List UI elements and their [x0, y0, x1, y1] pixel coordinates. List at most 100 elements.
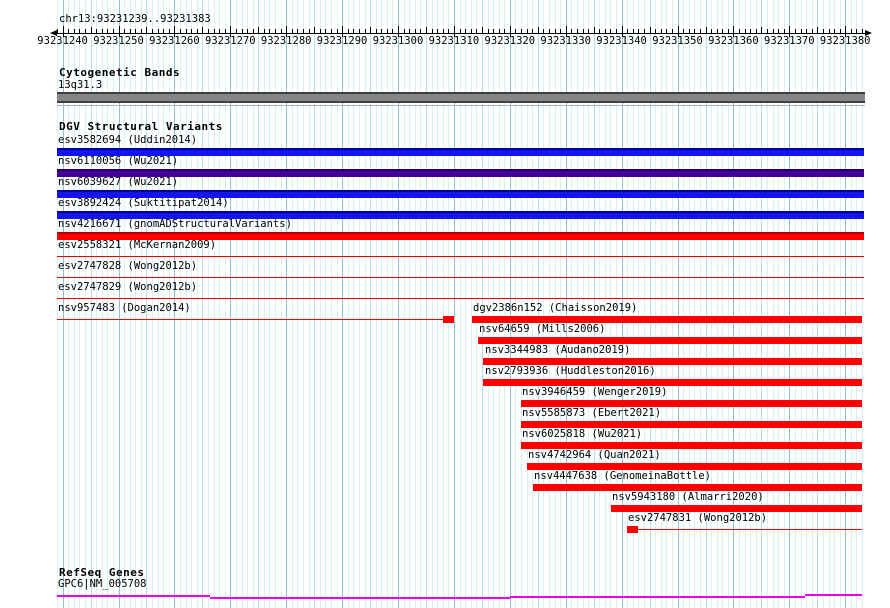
- variant-line[interactable]: [638, 529, 862, 530]
- variant-label[interactable]: dgv2386n152 (Chaisson2019): [473, 302, 637, 314]
- gene-line-segment[interactable]: [805, 594, 862, 596]
- variant-label[interactable]: nsv3946459 (Wenger2019): [522, 386, 667, 398]
- ruler-tick: [224, 29, 226, 33]
- ruler-tick: [392, 29, 394, 33]
- ruler-tick: [862, 29, 863, 33]
- variant-label[interactable]: nsv957483 (Dogan2014): [58, 302, 191, 314]
- gene-line-segment[interactable]: [210, 597, 510, 599]
- ruler-tick: [180, 29, 181, 33]
- variant-bar[interactable]: [483, 358, 862, 365]
- ruler-tick: [504, 29, 506, 33]
- ruler-tick: [694, 29, 696, 33]
- variant-bar[interactable]: [527, 463, 862, 470]
- variant-bar[interactable]: [483, 379, 862, 386]
- variant-line[interactable]: [57, 256, 864, 257]
- variant-line[interactable]: [57, 298, 864, 299]
- ruler-tick: [442, 29, 444, 33]
- ruler-tick: [358, 29, 360, 33]
- ruler-tick: [101, 29, 103, 33]
- ruler-tick: [263, 29, 265, 33]
- variant-label[interactable]: nsv5943180 (Almarri2020): [612, 491, 764, 503]
- variant-label[interactable]: esv2747828 (Wong2012b): [58, 260, 197, 272]
- variant-label[interactable]: nsv6110056 (Wu2021): [58, 155, 178, 167]
- ruler-tick: [196, 29, 198, 33]
- ruler-tick: [90, 27, 92, 33]
- cytoband-label: 13q31.3: [58, 79, 103, 91]
- variant-label[interactable]: nsv2793936 (Huddleston2016): [485, 365, 656, 377]
- variant-label[interactable]: esv3892424 (Suktitipat2014): [58, 197, 229, 209]
- gene-line-segment[interactable]: [57, 595, 210, 597]
- ruler-tick: [465, 29, 467, 33]
- variant-endpoint-box[interactable]: [443, 316, 454, 323]
- ruler-tick: [521, 29, 522, 33]
- variant-line[interactable]: [57, 319, 443, 320]
- gene-line-segment[interactable]: [510, 596, 805, 598]
- gene-label: GPC6|NM_005708: [58, 578, 147, 590]
- variant-label[interactable]: esv3582694 (Uddin2014): [58, 134, 197, 146]
- ruler-tick: [688, 29, 690, 33]
- ruler-tick-label: 93231320: [484, 35, 536, 47]
- ruler-tick: [96, 29, 98, 33]
- ruler-tick-label: 93231310: [428, 35, 480, 47]
- variant-bar[interactable]: [521, 421, 862, 428]
- variant-label[interactable]: nsv4216671 (gnomADStructuralVariants): [58, 218, 292, 230]
- variant-label[interactable]: nsv64659 (Mills2006): [479, 323, 605, 335]
- ruler-tick: [822, 29, 824, 33]
- ruler-tick: [750, 29, 752, 33]
- ruler-tick: [470, 29, 472, 33]
- genome-browser-panel: chr13:93231239..93231383 93231240 9323125…: [0, 0, 890, 608]
- variant-bar[interactable]: [478, 337, 862, 344]
- ruler-tick-label: 93231280: [260, 35, 312, 47]
- ruler-tick: [202, 27, 204, 33]
- ruler-line: [57, 33, 865, 34]
- variant-endpoint-box[interactable]: [627, 526, 638, 533]
- variant-label[interactable]: nsv6039627 (Wu2021): [58, 176, 178, 188]
- ruler-tick-label: 93231270: [205, 35, 256, 47]
- variant-line[interactable]: [57, 277, 864, 278]
- ruler-tick: [627, 29, 629, 33]
- ruler-tick: [303, 29, 304, 33]
- ruler-tick: [381, 29, 383, 33]
- ruler-tick: [744, 29, 746, 33]
- ruler-tick-label: 93231300: [372, 35, 424, 47]
- variant-label[interactable]: nsv4447638 (GenomeinaBottle): [534, 470, 711, 482]
- ruler-tick: [588, 29, 590, 33]
- variant-label[interactable]: nsv6025818 (Wu2021): [522, 428, 642, 440]
- variant-label[interactable]: esv2558321 (McKernan2009): [58, 239, 216, 251]
- ruler-tick: [711, 29, 713, 33]
- ruler-tick: [347, 29, 349, 33]
- ruler-tick: [431, 29, 433, 33]
- ruler-tick: [806, 29, 808, 33]
- variant-bar[interactable]: [521, 400, 862, 407]
- region-label: chr13:93231239..93231383: [59, 13, 211, 25]
- ruler-tick: [364, 29, 366, 33]
- cytoband-bar[interactable]: [57, 92, 865, 103]
- variant-label[interactable]: nsv5585873 (Ebert2021): [522, 407, 661, 419]
- variant-bar[interactable]: [472, 316, 862, 323]
- ruler-tick: [794, 29, 796, 33]
- ruler-tick: [269, 29, 271, 33]
- ruler-tick: [386, 29, 388, 33]
- ruler-tick: [403, 29, 405, 33]
- ruler-tick: [683, 29, 685, 33]
- ruler-tick-label: 93231370: [764, 35, 815, 47]
- variant-label[interactable]: nsv4742964 (Quan2021): [528, 449, 661, 461]
- variant-bar[interactable]: [521, 442, 862, 449]
- ruler-tick: [649, 27, 651, 33]
- ruler-tick: [537, 27, 539, 33]
- ruler-tick: [370, 27, 372, 33]
- ruler-tick: [163, 29, 165, 33]
- ruler-tick-label: 93231330: [540, 35, 591, 47]
- ruler-tick-label: 93231240: [37, 35, 88, 47]
- ruler-tick: [124, 29, 126, 33]
- ruler-tick: [543, 29, 545, 33]
- variant-label[interactable]: nsv3344983 (Audano2019): [485, 344, 630, 356]
- ruler-tick: [476, 29, 478, 33]
- variant-label[interactable]: esv2747829 (Wong2012b): [58, 281, 197, 293]
- ruler-tick: [828, 29, 830, 33]
- variant-bar[interactable]: [611, 505, 862, 512]
- variant-label[interactable]: esv2747831 (Wong2012b): [628, 512, 767, 524]
- ruler-tick: [834, 29, 835, 33]
- variant-bar[interactable]: [533, 484, 862, 491]
- ruler-tick: [576, 29, 578, 33]
